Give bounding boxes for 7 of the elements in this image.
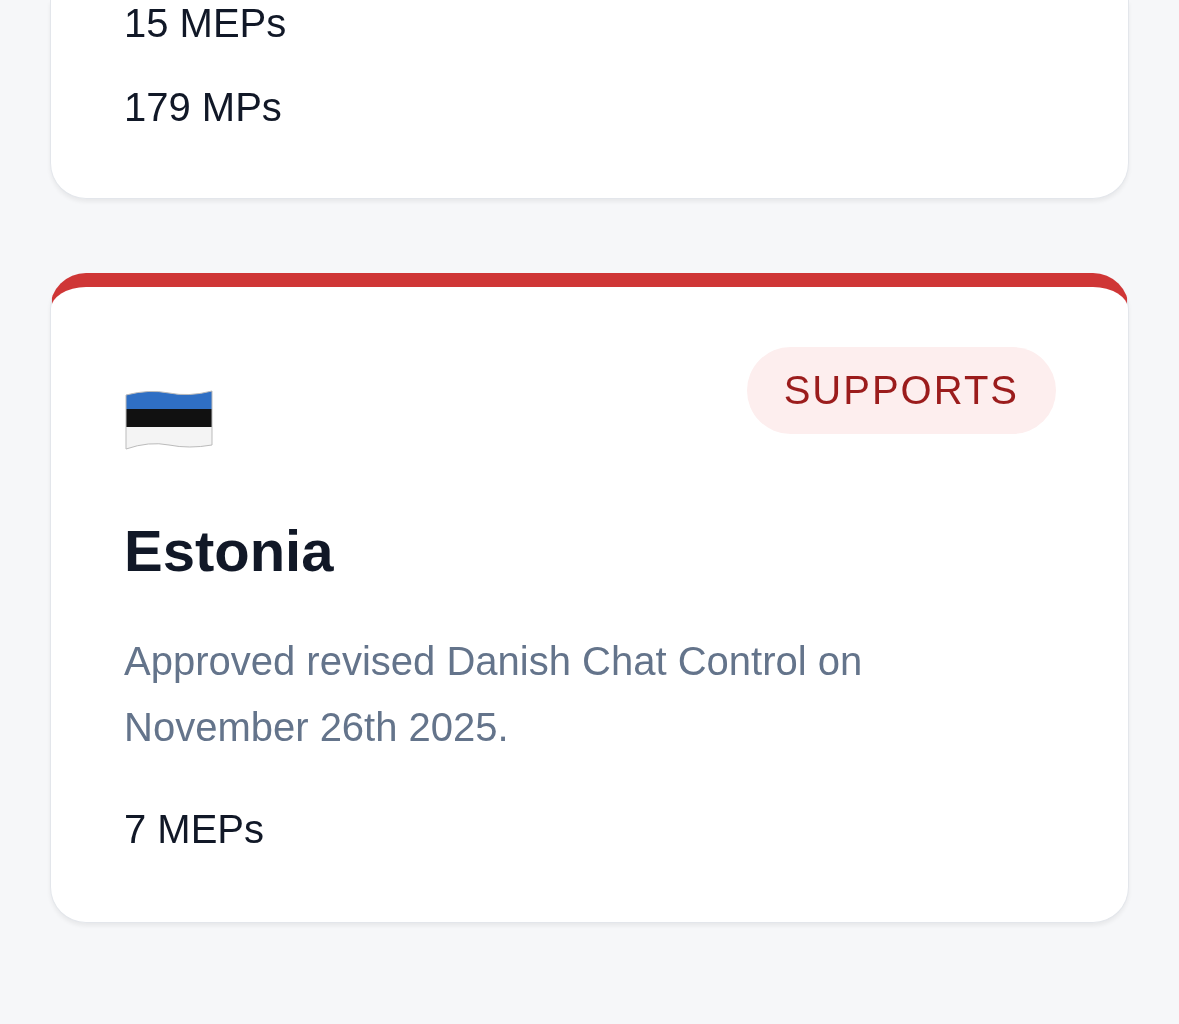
country-description: Approved revised Danish Chat Control on November 26th 2025. xyxy=(124,638,864,751)
seat-count: 7 MEPs xyxy=(124,806,266,852)
seat-count: 179 MPs xyxy=(124,84,283,130)
country-name: Estonia xyxy=(124,517,335,584)
stance-badge: SUPPORTS xyxy=(746,347,1056,434)
estonia-flag-icon xyxy=(124,387,214,453)
seat-count: 15 MEPs xyxy=(124,0,288,46)
